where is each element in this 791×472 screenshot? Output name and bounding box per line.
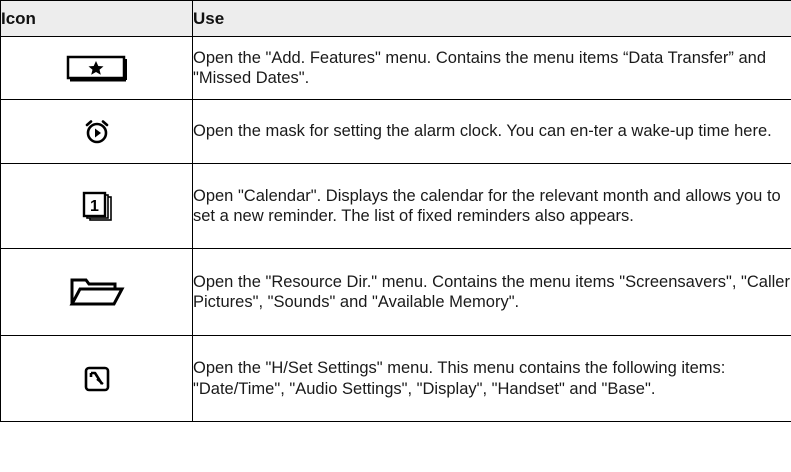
icon-cell bbox=[0, 36, 193, 100]
alarm-clock-icon bbox=[85, 119, 108, 143]
use-description: Open the mask for setting the alarm cloc… bbox=[192, 99, 791, 164]
table-header-row: Icon Use bbox=[0, 0, 791, 37]
icon-cell bbox=[0, 248, 193, 336]
folder-icon bbox=[69, 278, 124, 306]
icon-cell bbox=[0, 335, 193, 422]
calendar-icon: 1 bbox=[82, 191, 112, 221]
icon-cell: 1 bbox=[0, 163, 193, 249]
icon-cell bbox=[0, 99, 193, 164]
use-description: Open "Calendar". Displays the calendar f… bbox=[192, 163, 791, 249]
table-row: Open the mask for setting the alarm cloc… bbox=[0, 99, 791, 164]
table-row: Open the "H/Set Settings" menu. This men… bbox=[0, 335, 791, 422]
table-row: Open the "Resource Dir." menu. Contains … bbox=[0, 248, 791, 336]
use-description: Open the "Resource Dir." menu. Contains … bbox=[192, 248, 791, 336]
icon-reference-table: Icon Use Open the "Add. Features" menu. … bbox=[0, 0, 791, 422]
svg-text:1: 1 bbox=[90, 198, 99, 215]
header-icon: Icon bbox=[0, 0, 193, 37]
table-row: Open the "Add. Features" menu. Contains … bbox=[0, 36, 791, 100]
star-box-icon bbox=[66, 55, 127, 82]
use-description: Open the "Add. Features" menu. Contains … bbox=[192, 36, 791, 100]
use-description: Open the "H/Set Settings" menu. This men… bbox=[192, 335, 791, 422]
settings-icon bbox=[84, 366, 109, 391]
header-use: Use bbox=[192, 0, 791, 37]
table-row: 1 Open "Calendar". Displays the calendar… bbox=[0, 163, 791, 249]
